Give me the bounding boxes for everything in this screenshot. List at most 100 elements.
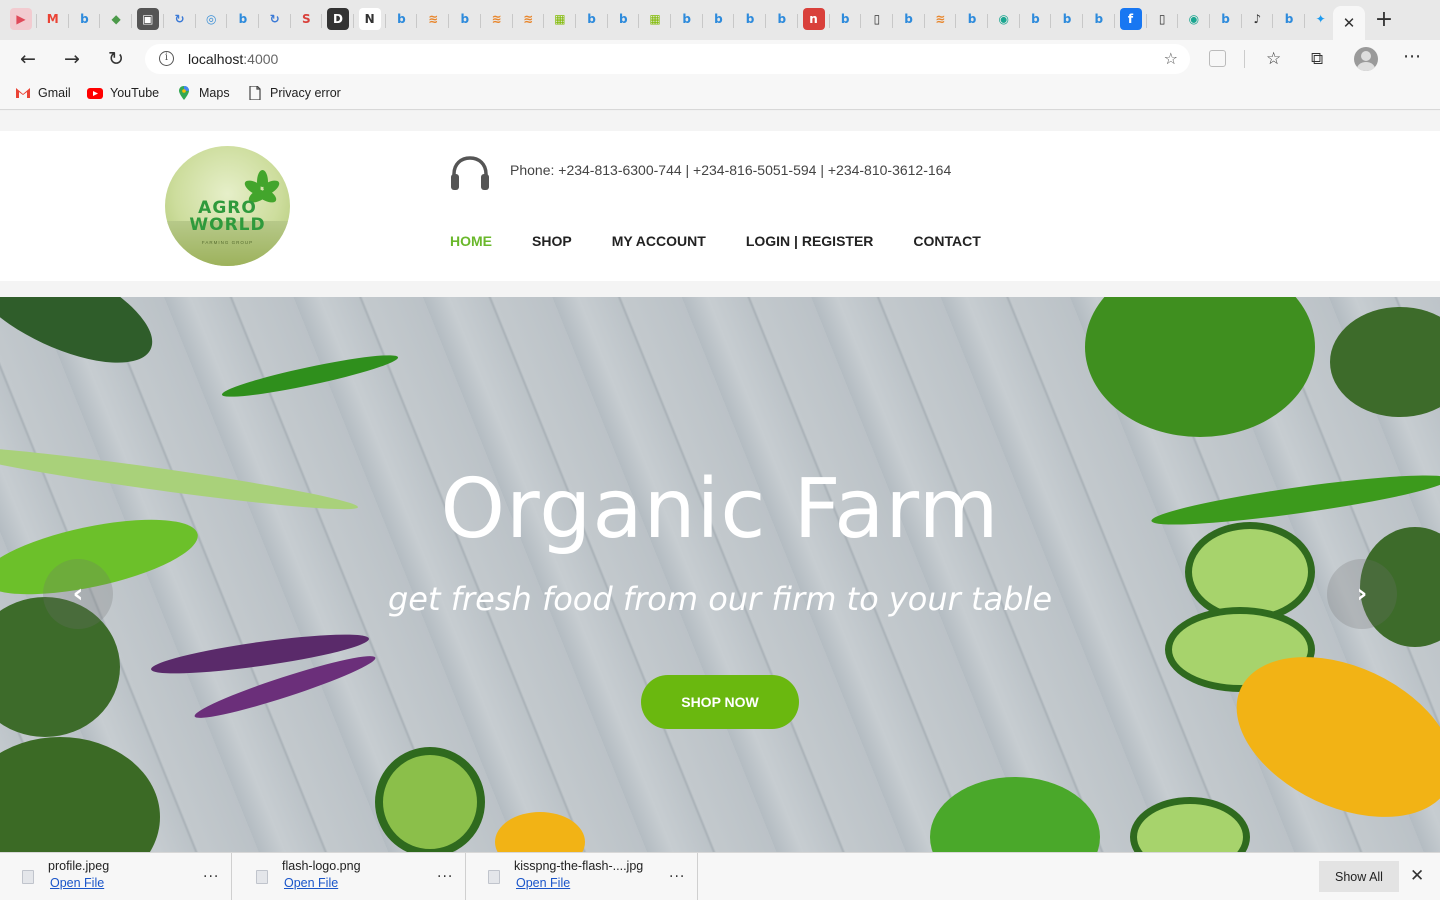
- extension-icon[interactable]: [1209, 50, 1226, 67]
- document-icon: [247, 85, 263, 101]
- download-filename: kisspng-the-flash-....jpg: [514, 859, 644, 873]
- speaker-icon[interactable]: ♪: [1246, 8, 1268, 30]
- bing-icon[interactable]: b: [1215, 8, 1237, 30]
- nav-shop[interactable]: SHOP: [532, 233, 572, 249]
- bing-icon[interactable]: b: [390, 8, 412, 30]
- file-icon: [488, 870, 500, 884]
- sync-icon[interactable]: ↻: [264, 8, 286, 30]
- stack-icon[interactable]: ≋: [929, 8, 951, 30]
- bing-icon[interactable]: b: [73, 8, 95, 30]
- gmail-icon[interactable]: M: [42, 8, 64, 30]
- cucumber-slice-image: [1130, 797, 1250, 852]
- shop-now-button[interactable]: SHOP NOW: [641, 675, 799, 729]
- microsoft-icon[interactable]: ▦: [549, 8, 571, 30]
- sync-icon[interactable]: ↻: [169, 8, 191, 30]
- bing-icon[interactable]: b: [1056, 8, 1078, 30]
- nav-contact[interactable]: CONTACT: [913, 233, 980, 249]
- close-downloads-icon[interactable]: ✕: [1410, 866, 1424, 886]
- bing-icon[interactable]: b: [1088, 8, 1110, 30]
- collections-icon[interactable]: ⧉: [1311, 49, 1323, 69]
- bookmark-youtube[interactable]: YouTube: [87, 86, 159, 100]
- site-logo[interactable]: AGRO WORLD FARMING GROUP: [165, 146, 290, 266]
- bing-icon[interactable]: b: [676, 8, 698, 30]
- file-icon: [22, 870, 34, 884]
- nav-login-register[interactable]: LOGIN | REGISTER: [746, 233, 874, 249]
- tab-separator: [384, 14, 386, 28]
- bing-icon[interactable]: b: [834, 8, 856, 30]
- carousel-next-icon[interactable]: ›: [1327, 559, 1397, 629]
- web-page: AGRO WORLD FARMING GROUP Phone: +234-813…: [0, 111, 1440, 852]
- site-header: AGRO WORLD FARMING GROUP Phone: +234-813…: [0, 131, 1440, 281]
- profile-avatar[interactable]: [1354, 47, 1378, 71]
- n-icon[interactable]: n: [802, 8, 825, 30]
- download-item[interactable]: profile.jpeg Open File ...: [0, 853, 232, 900]
- notion-icon[interactable]: N: [358, 8, 381, 30]
- bookmark-gmail[interactable]: Gmail: [15, 86, 71, 100]
- nav-my-account[interactable]: MY ACCOUNT: [612, 233, 706, 249]
- eye-icon[interactable]: ◉: [993, 8, 1015, 30]
- logo-tagline: FARMING GROUP: [201, 240, 254, 245]
- tab-separator: [1050, 14, 1052, 28]
- document-icon[interactable]: ▯: [1151, 8, 1173, 30]
- tab-separator: [891, 14, 893, 28]
- back-icon[interactable]: ←: [16, 47, 40, 71]
- youtube-icon[interactable]: ▶: [10, 8, 32, 30]
- bing-icon[interactable]: b: [707, 8, 729, 30]
- tab-separator: [1145, 14, 1147, 28]
- twitter-icon[interactable]: ✦: [1310, 8, 1332, 30]
- media-icon[interactable]: ▣: [136, 8, 159, 30]
- stack-icon[interactable]: ≋: [486, 8, 508, 30]
- nav-home[interactable]: HOME: [450, 233, 492, 249]
- bing-icon[interactable]: b: [454, 8, 476, 30]
- new-tab-button[interactable]: +: [1373, 9, 1395, 32]
- show-all-downloads-button[interactable]: Show All: [1319, 861, 1399, 892]
- s-icon[interactable]: S: [295, 8, 318, 30]
- bing-icon[interactable]: b: [1278, 8, 1300, 30]
- tab-separator: [131, 14, 133, 28]
- forward-icon[interactable]: →: [60, 47, 84, 71]
- download-more-icon[interactable]: ...: [203, 865, 219, 881]
- download-item[interactable]: flash-logo.png Open File ...: [234, 853, 466, 900]
- bing-icon[interactable]: b: [232, 8, 254, 30]
- maps-icon[interactable]: ◆: [105, 8, 127, 30]
- phone-numbers: Phone: +234-813-6300-744 | +234-816-5051…: [510, 162, 952, 178]
- radio-icon[interactable]: ◎: [200, 8, 222, 30]
- tab-separator: [987, 14, 988, 28]
- site-info-icon[interactable]: i: [159, 51, 174, 66]
- open-file-link[interactable]: Open File: [284, 876, 338, 890]
- open-file-link[interactable]: Open File: [516, 876, 570, 890]
- add-favorite-icon[interactable]: ☆: [1164, 49, 1178, 68]
- carousel-prev-icon[interactable]: ‹: [43, 559, 113, 629]
- bing-icon[interactable]: b: [739, 8, 761, 30]
- bing-icon[interactable]: b: [961, 8, 983, 30]
- bing-icon[interactable]: b: [612, 8, 634, 30]
- stack-icon[interactable]: ≋: [517, 8, 539, 30]
- tab-separator: [1018, 14, 1020, 28]
- download-item[interactable]: kisspng-the-flash-....jpg Open File ...: [466, 853, 698, 900]
- close-tab-icon[interactable]: ✕: [1343, 14, 1356, 32]
- bing-icon[interactable]: b: [581, 8, 603, 30]
- address-bar[interactable]: i localhost:4000 ☆: [145, 44, 1190, 74]
- microsoft-icon[interactable]: ▦: [644, 8, 666, 30]
- favorites-icon[interactable]: ☆: [1266, 49, 1281, 69]
- bing-icon[interactable]: b: [1024, 8, 1046, 30]
- reload-icon[interactable]: ↻: [104, 47, 128, 71]
- tab-separator: [226, 14, 228, 28]
- dev-icon[interactable]: D: [327, 8, 349, 30]
- bookmark-maps[interactable]: Maps: [176, 86, 230, 100]
- url-text[interactable]: localhost:4000: [188, 51, 278, 67]
- download-more-icon[interactable]: ...: [669, 865, 685, 881]
- download-more-icon[interactable]: ...: [437, 865, 453, 881]
- eye-icon[interactable]: ◉: [1183, 8, 1205, 30]
- facebook-icon[interactable]: f: [1119, 8, 1142, 30]
- stack-icon[interactable]: ≋: [422, 8, 444, 30]
- bing-icon[interactable]: b: [898, 8, 920, 30]
- document-icon[interactable]: ▯: [866, 8, 888, 30]
- bookmark-privacy-error[interactable]: Privacy error: [247, 85, 341, 101]
- tab-separator: [606, 14, 608, 28]
- active-tab[interactable]: ✕: [1333, 6, 1365, 40]
- bing-icon[interactable]: b: [771, 8, 793, 30]
- more-menu-icon[interactable]: ⋯: [1403, 46, 1421, 67]
- tab-separator: [1113, 14, 1115, 28]
- open-file-link[interactable]: Open File: [50, 876, 104, 890]
